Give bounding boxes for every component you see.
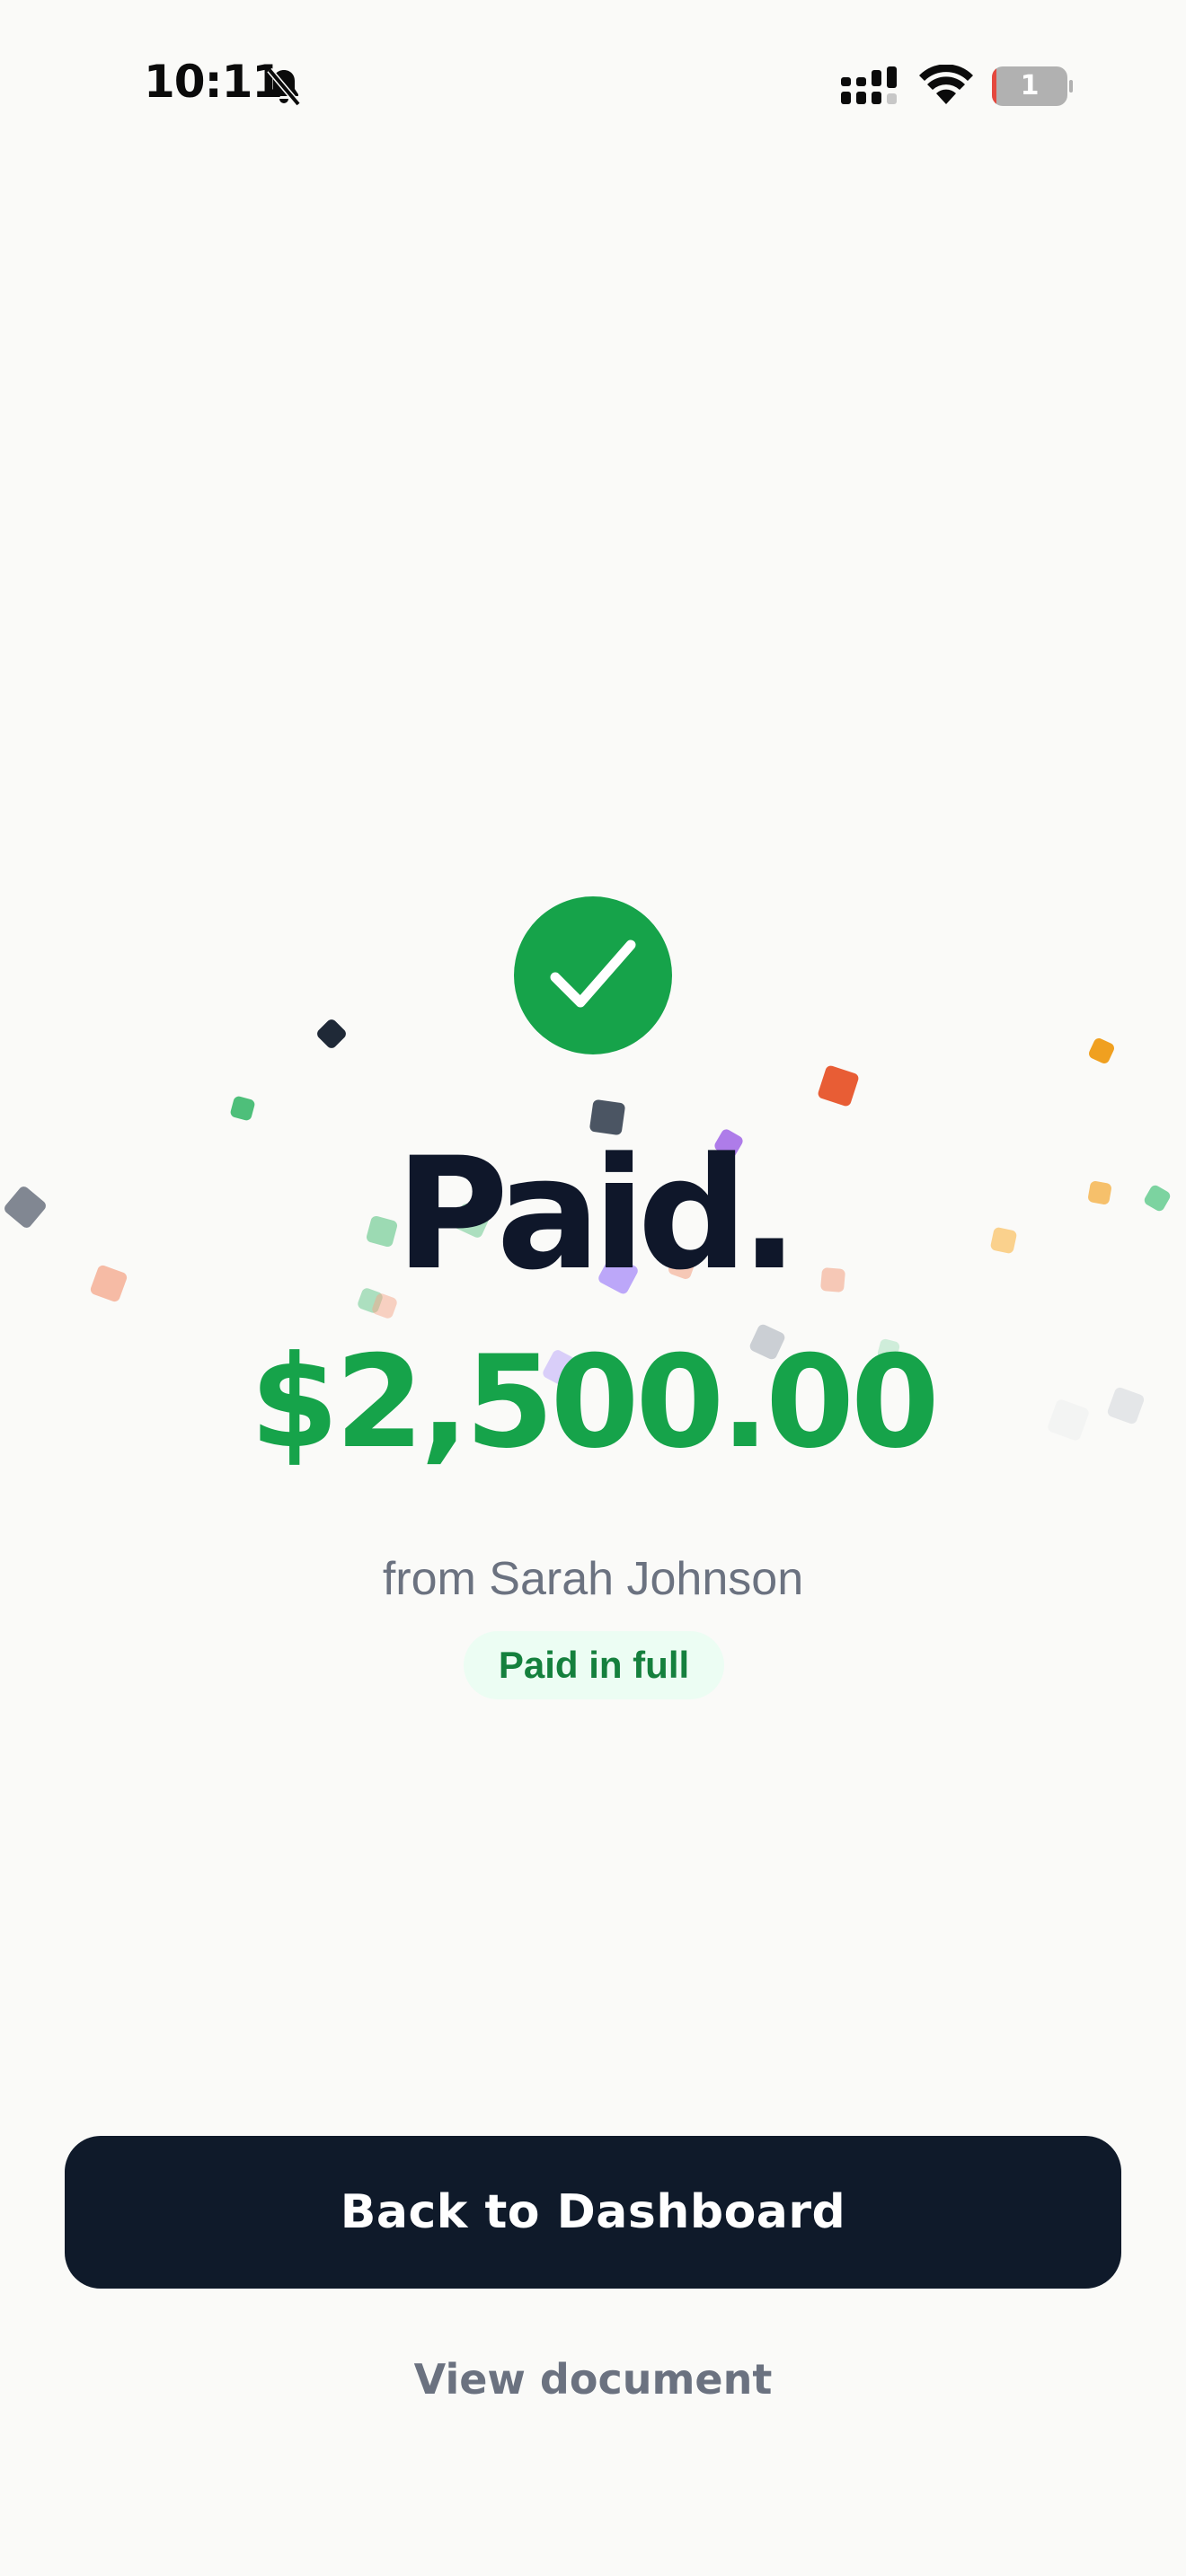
cellular-signal-icon (841, 66, 897, 104)
wifi-icon (919, 65, 973, 104)
battery-body: 1 (992, 66, 1067, 106)
success-check-badge (514, 896, 672, 1054)
payment-status-headline: Paid. (395, 1124, 799, 1304)
view-document-link[interactable]: View document (323, 2348, 863, 2411)
payment-success-screen: 10:11 1 Paid. $2,500.00 from Sarah Johns… (0, 0, 1186, 2576)
bell-slash-icon (267, 67, 301, 107)
checkmark-icon (550, 940, 636, 1008)
confetti-piece (370, 1292, 399, 1320)
confetti-piece (229, 1095, 256, 1122)
confetti-piece (314, 1017, 349, 1051)
status-badge: Paid in full (464, 1631, 724, 1699)
payment-amount: $2,500.00 (250, 1328, 940, 1477)
confetti-piece (1087, 1037, 1116, 1065)
battery-icon: 1 (992, 66, 1073, 106)
battery-nub (1069, 80, 1073, 93)
back-to-dashboard-button[interactable]: Back to Dashboard (65, 2136, 1121, 2289)
payer-name: from Sarah Johnson (382, 1553, 804, 1605)
battery-percentage: 1 (1020, 70, 1040, 101)
status-bar: 10:11 1 (0, 0, 1186, 171)
confetti-piece (817, 1064, 860, 1107)
